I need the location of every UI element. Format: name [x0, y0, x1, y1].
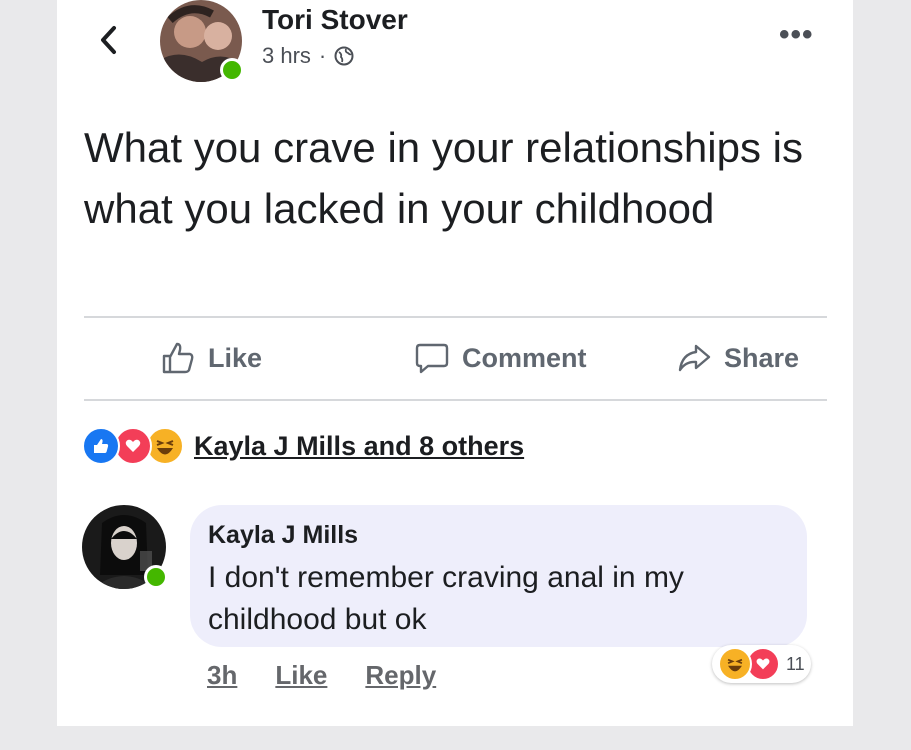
post-text: What you crave in your relationships is … [84, 124, 803, 232]
post-card: Tori Stover 3 hrs · ••• What you crave i… [57, 0, 853, 726]
comment-reactions[interactable]: 11 [712, 645, 811, 683]
like-button[interactable]: Like [160, 340, 262, 376]
comment-actions: 3h Like Reply [207, 660, 436, 691]
comment-label: Comment [462, 342, 587, 373]
globe-icon [334, 46, 354, 66]
reactions-row[interactable]: Kayla J Mills and 8 others [82, 427, 524, 465]
comment-like-button[interactable]: Like [275, 660, 327, 691]
post-time[interactable]: 3 hrs [262, 43, 311, 69]
comment-icon [415, 343, 449, 374]
online-status-dot [220, 58, 244, 82]
comment-time[interactable]: 3h [207, 660, 237, 691]
comment-reply-button[interactable]: Reply [365, 660, 436, 691]
post-author-name[interactable]: Tori Stover [262, 4, 408, 36]
haha-reaction-icon [718, 647, 752, 681]
post-meta: 3 hrs · [262, 43, 354, 69]
comment-reaction-count: 11 [786, 653, 805, 674]
comment-text: I don't remember craving anal in my chil… [208, 561, 684, 636]
divider [84, 316, 827, 318]
meta-separator: · [318, 43, 327, 68]
share-icon [678, 344, 711, 372]
commenter-avatar[interactable] [82, 505, 168, 589]
author-avatar[interactable] [160, 0, 244, 82]
back-button[interactable] [94, 20, 124, 60]
online-status-dot [144, 565, 168, 589]
more-options-icon[interactable]: ••• [779, 20, 814, 50]
thumbs-up-icon [162, 342, 194, 374]
share-label: Share [724, 342, 800, 373]
post-actions-bar: Like Comment Share [84, 332, 827, 390]
like-label: Like [208, 342, 263, 373]
reactions-summary-link[interactable]: Kayla J Mills and 8 others [194, 431, 524, 462]
chevron-left-icon [101, 26, 116, 54]
divider [84, 399, 827, 401]
comment-button[interactable]: Comment [414, 340, 587, 376]
comment-author[interactable]: Kayla J Mills [208, 521, 358, 550]
share-button[interactable]: Share [676, 340, 799, 376]
comment-bubble: Kayla J Mills I don't remember craving a… [190, 505, 807, 647]
like-reaction-icon [82, 427, 120, 465]
